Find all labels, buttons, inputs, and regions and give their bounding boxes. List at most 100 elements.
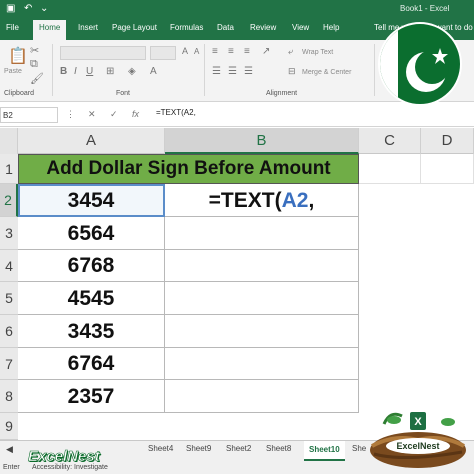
row-header-2[interactable]: 2 bbox=[0, 184, 18, 217]
insert-function-button[interactable]: fx bbox=[132, 109, 139, 119]
window-title: Book1 - Excel bbox=[400, 4, 450, 13]
sheet-tab-4[interactable]: Sheet4 bbox=[148, 444, 173, 453]
column-header-a[interactable]: A bbox=[18, 128, 165, 154]
name-box[interactable]: B2 bbox=[0, 107, 58, 123]
cell-b4[interactable] bbox=[165, 250, 359, 282]
save-icon[interactable]: ▣ bbox=[6, 3, 15, 14]
cell-a4[interactable]: 6768 bbox=[18, 250, 165, 282]
sheet-tab-9[interactable]: Sheet9 bbox=[186, 444, 211, 453]
font-size-dropdown[interactable] bbox=[150, 46, 176, 60]
row-header-9[interactable]: 9 bbox=[0, 413, 18, 440]
borders-icon[interactable]: ⊞ bbox=[106, 66, 114, 77]
decrease-font-icon[interactable]: A bbox=[194, 47, 199, 56]
customize-qat-icon[interactable]: ⌄ bbox=[40, 3, 48, 14]
fill-color-icon[interactable]: ◈ bbox=[128, 66, 136, 77]
row-header-1[interactable]: 1 bbox=[0, 154, 18, 184]
wrap-text-icon[interactable]: ⤶ bbox=[288, 46, 293, 57]
tab-data[interactable]: Data bbox=[217, 23, 234, 32]
accessibility-status[interactable]: Accessibility: Investigate bbox=[32, 464, 108, 471]
tab-insert[interactable]: Insert bbox=[78, 23, 98, 32]
formula-bar: B2 ⋮ ✕ ✓ fx =TEXT(A2, bbox=[0, 103, 474, 127]
font-name-dropdown[interactable] bbox=[60, 46, 146, 60]
font-color-icon[interactable]: A bbox=[150, 66, 157, 77]
italic-icon[interactable]: I bbox=[74, 66, 77, 77]
cell-d1[interactable] bbox=[421, 154, 474, 184]
cell-b5[interactable] bbox=[165, 282, 359, 315]
column-header-b[interactable]: B bbox=[165, 128, 359, 154]
column-header-d[interactable]: D bbox=[421, 128, 474, 154]
title-bar: ▣ ↶ ⌄ Book1 - Excel bbox=[0, 0, 474, 18]
checkmark-icon[interactable]: ✓ bbox=[110, 109, 118, 120]
cell-reference: A2 bbox=[281, 189, 309, 212]
orientation-icon[interactable]: ↗ bbox=[262, 46, 270, 57]
formula-input[interactable]: =TEXT(A2, bbox=[156, 108, 196, 117]
cell-c1[interactable] bbox=[359, 154, 421, 184]
close-icon[interactable]: ✕ bbox=[88, 109, 96, 120]
clipboard-group-label: Clipboard bbox=[4, 90, 34, 97]
status-mode: Enter bbox=[3, 464, 20, 471]
bold-icon[interactable]: B bbox=[60, 66, 67, 77]
row-header-7[interactable]: 7 bbox=[0, 348, 18, 380]
logo-text: ExcelNest bbox=[396, 441, 439, 451]
underline-icon[interactable]: U bbox=[86, 66, 93, 77]
cell-b8[interactable] bbox=[165, 380, 359, 413]
row-header-5[interactable]: 5 bbox=[0, 282, 18, 315]
cell-a5[interactable]: 4545 bbox=[18, 282, 165, 315]
cell-a2[interactable]: 3454 bbox=[18, 184, 165, 217]
formula-text-suffix: , bbox=[308, 189, 315, 212]
align-middle-icon[interactable]: ≡ bbox=[228, 46, 234, 57]
alignment-group-label: Alignment bbox=[266, 90, 298, 97]
sheet-tab-2[interactable]: Sheet2 bbox=[226, 444, 251, 453]
row-header-4[interactable]: 4 bbox=[0, 250, 18, 282]
tab-page-layout[interactable]: Page Layout bbox=[112, 23, 157, 32]
merge-center-button[interactable]: Merge & Center bbox=[302, 69, 351, 76]
column-header-c[interactable]: C bbox=[359, 128, 421, 154]
formula-text: =TEXT( bbox=[208, 189, 282, 212]
tab-home[interactable]: Home bbox=[33, 20, 67, 40]
ribbon-separator bbox=[204, 44, 205, 96]
paste-button[interactable]: Paste bbox=[4, 68, 22, 75]
font-group-label: Font bbox=[116, 90, 131, 97]
cell-b2-editing[interactable]: =TEXT(A2, bbox=[165, 184, 359, 217]
cell-a7[interactable]: 6764 bbox=[18, 348, 165, 380]
tab-formulas[interactable]: Formulas bbox=[170, 23, 203, 32]
row-header-3[interactable]: 3 bbox=[0, 217, 18, 250]
align-center-icon[interactable]: ☰ bbox=[228, 66, 237, 77]
cell-a3[interactable]: 6564 bbox=[18, 217, 165, 250]
ribbon-separator bbox=[374, 44, 375, 96]
tab-file[interactable]: File bbox=[6, 23, 19, 32]
row-header-6[interactable]: 6 bbox=[0, 315, 18, 348]
cut-icon[interactable]: ✂ bbox=[30, 44, 39, 57]
row-header-8[interactable]: 8 bbox=[0, 380, 18, 413]
cell-a6[interactable]: 3435 bbox=[18, 315, 165, 348]
tab-view[interactable]: View bbox=[292, 23, 309, 32]
copy-icon[interactable]: ⧉ bbox=[30, 58, 38, 71]
header-cell-a1[interactable]: Add Dollar Sign Before Amount bbox=[18, 154, 359, 184]
cell-b7[interactable] bbox=[165, 348, 359, 380]
sheet-tab-10[interactable]: Sheet10 bbox=[304, 441, 345, 461]
previous-sheet-icon[interactable]: ◀ bbox=[6, 444, 13, 455]
align-left-icon[interactable]: ☰ bbox=[212, 66, 221, 77]
cell-b6[interactable] bbox=[165, 315, 359, 348]
cell-b3[interactable] bbox=[165, 217, 359, 250]
align-top-icon[interactable]: ≡ bbox=[212, 46, 218, 57]
select-all-corner[interactable] bbox=[0, 128, 18, 154]
ribbon-separator bbox=[52, 44, 53, 96]
align-bottom-icon[interactable]: ≡ bbox=[244, 46, 250, 57]
paste-icon[interactable]: 📋 bbox=[8, 46, 28, 66]
tab-review[interactable]: Review bbox=[250, 23, 276, 32]
align-right-icon[interactable]: ☰ bbox=[244, 66, 253, 77]
increase-font-icon[interactable]: A bbox=[182, 46, 188, 56]
brand-watermark: ExcelNest bbox=[28, 448, 100, 466]
tab-help[interactable]: Help bbox=[323, 23, 339, 32]
undo-icon[interactable]: ↶ bbox=[24, 3, 32, 14]
formula-bar-options-icon[interactable]: ⋮ bbox=[66, 109, 75, 120]
cell-a8[interactable]: 2357 bbox=[18, 380, 165, 413]
column-headers: A B C D bbox=[0, 128, 474, 154]
pakistan-flag-icon bbox=[378, 22, 462, 106]
excelnest-logo: X ExcelNest bbox=[364, 404, 472, 472]
merge-center-icon[interactable]: ⊟ bbox=[288, 66, 296, 77]
sheet-tab-8[interactable]: Sheet8 bbox=[266, 444, 291, 453]
format-painter-icon[interactable]: 🖌 bbox=[30, 72, 44, 85]
wrap-text-button[interactable]: Wrap Text bbox=[302, 49, 333, 56]
